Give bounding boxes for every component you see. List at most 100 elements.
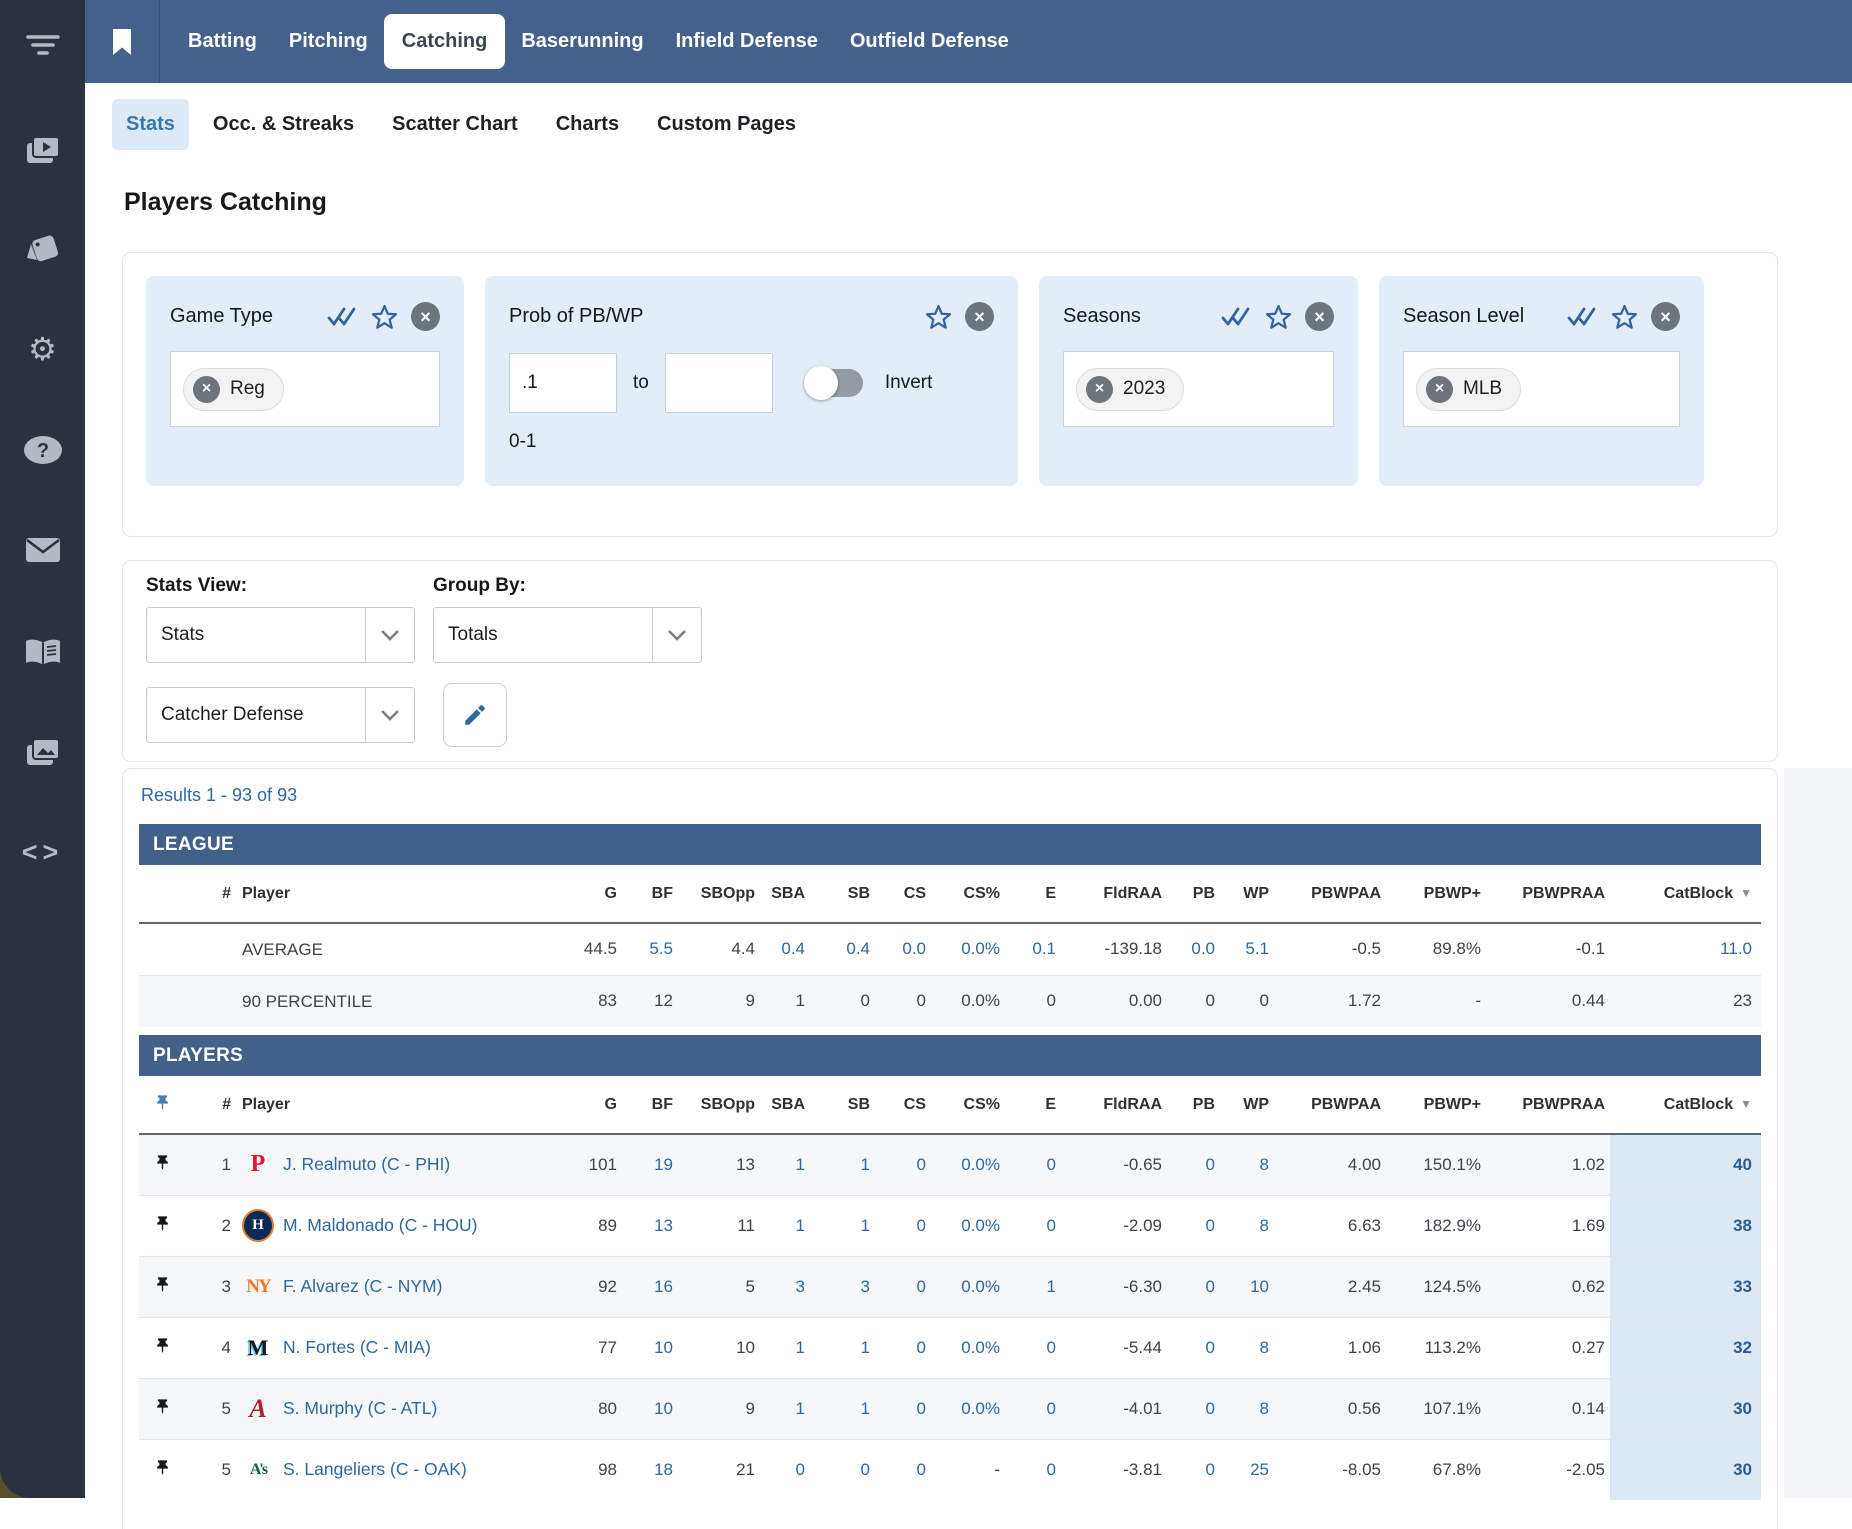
filter-value-box[interactable]: ×2023 <box>1063 351 1334 427</box>
rank-column-header[interactable]: # <box>186 1076 237 1134</box>
stat-column-header-pbwpaa[interactable]: PBWPAA <box>1274 1076 1386 1134</box>
stat-column-header-pbwpraa[interactable]: PBWPRAA <box>1486 865 1610 923</box>
stat-column-header-cs[interactable]: CS <box>875 1076 931 1134</box>
mail-icon[interactable] <box>21 528 65 572</box>
stat-column-header-catblock[interactable]: CatBlock▼ <box>1610 865 1761 923</box>
stat-column-header-pb[interactable]: PB <box>1167 1076 1220 1134</box>
select-all-icon[interactable] <box>1567 306 1598 328</box>
edit-preset-button[interactable] <box>443 683 507 747</box>
toggle-knob[interactable] <box>804 366 838 400</box>
stat-column-header-pbwpraa[interactable]: PBWPRAA <box>1486 1076 1610 1134</box>
range-to-input[interactable] <box>665 353 773 413</box>
pin-row-icon[interactable] <box>154 1283 171 1300</box>
filter-lines-icon[interactable] <box>21 23 65 67</box>
bookmark-icon[interactable] <box>111 28 133 56</box>
stat-column-header-cs[interactable]: CS <box>875 865 931 923</box>
player-rank: 2 <box>186 1195 237 1256</box>
player-rank: 5 <box>186 1439 237 1500</box>
pin-row-icon[interactable] <box>154 1344 171 1361</box>
remove-filter-icon[interactable]: × <box>1305 302 1334 331</box>
stat-column-header-cs[interactable]: CS% <box>931 1076 1005 1134</box>
group-by-select[interactable]: Totals <box>433 607 702 663</box>
book-icon[interactable] <box>21 631 65 675</box>
favorite-star-icon[interactable] <box>1265 304 1292 330</box>
stat-column-header-pbwp[interactable]: PBWP+ <box>1386 1076 1486 1134</box>
favorite-star-icon[interactable] <box>1611 304 1638 330</box>
nav-tab-batting[interactable]: Batting <box>172 18 273 65</box>
sub-tab-charts[interactable]: Charts <box>542 99 633 150</box>
nav-tab-infield-defense[interactable]: Infield Defense <box>660 18 834 65</box>
filter-chip[interactable]: ×MLB <box>1416 368 1521 411</box>
remove-chip-icon[interactable]: × <box>1426 376 1453 403</box>
remove-filter-icon[interactable]: × <box>965 302 994 331</box>
sub-tab-scatter-chart[interactable]: Scatter Chart <box>378 99 532 150</box>
range-from-input[interactable] <box>509 353 617 413</box>
stat-column-header-fldraa[interactable]: FldRAA <box>1061 865 1167 923</box>
gear-icon[interactable]: ⚙ <box>21 327 65 371</box>
filter-chip[interactable]: ×Reg <box>183 368 284 411</box>
stat-column-header-e[interactable]: E <box>1005 865 1061 923</box>
stat-column-header-pbwp[interactable]: PBWP+ <box>1386 865 1486 923</box>
nav-tab-pitching[interactable]: Pitching <box>273 18 384 65</box>
sub-tab-occ-streaks[interactable]: Occ. & Streaks <box>199 99 368 150</box>
player-name-link[interactable]: N. Fortes (C - MIA) <box>283 1337 431 1358</box>
cards-icon[interactable] <box>21 226 65 270</box>
player-name-link[interactable]: S. Murphy (C - ATL) <box>283 1398 437 1419</box>
video-icon[interactable] <box>21 128 65 172</box>
stat-column-header-sba[interactable]: SBA <box>760 865 810 923</box>
rank-column-header[interactable]: # <box>186 865 237 923</box>
favorite-star-icon[interactable] <box>925 304 952 330</box>
stat-column-header-wp[interactable]: WP <box>1220 1076 1274 1134</box>
stat-column-header-g[interactable]: G <box>566 1076 622 1134</box>
filter-value-box[interactable]: ×Reg <box>170 351 440 427</box>
remove-chip-icon[interactable]: × <box>1086 376 1113 403</box>
stat-column-header-sb[interactable]: SB <box>810 1076 875 1134</box>
stat-column-header-sba[interactable]: SBA <box>760 1076 810 1134</box>
stat-cell: 9 <box>678 1378 760 1439</box>
remove-filter-icon[interactable]: × <box>1651 302 1680 331</box>
stat-column-header-cs[interactable]: CS% <box>931 865 1005 923</box>
nav-tab-outfield-defense[interactable]: Outfield Defense <box>834 18 1025 65</box>
favorite-star-icon[interactable] <box>371 304 398 330</box>
player-name-link[interactable]: S. Langeliers (C - OAK) <box>283 1459 467 1480</box>
nav-tab-catching[interactable]: Catching <box>384 14 506 69</box>
stat-column-header-bf[interactable]: BF <box>622 1076 678 1134</box>
nav-tab-baserunning[interactable]: Baserunning <box>505 18 659 65</box>
player-column-header[interactable]: Player <box>237 1076 566 1134</box>
pin-column-icon[interactable] <box>154 1101 171 1118</box>
pin-row-icon[interactable] <box>154 1161 171 1178</box>
select-all-icon[interactable] <box>1221 306 1252 328</box>
stat-column-header-wp[interactable]: WP <box>1220 865 1274 923</box>
select-all-icon[interactable] <box>327 306 358 328</box>
stat-cell: 10 <box>678 1317 760 1378</box>
code-icon[interactable]: <> <box>21 830 65 874</box>
pin-row-icon[interactable] <box>154 1405 171 1422</box>
remove-chip-icon[interactable]: × <box>193 376 220 403</box>
pin-row-icon[interactable] <box>154 1222 171 1239</box>
stat-column-header-catblock[interactable]: CatBlock▼ <box>1610 1076 1761 1134</box>
stats-view-select[interactable]: Stats <box>146 607 415 663</box>
stat-column-header-e[interactable]: E <box>1005 1076 1061 1134</box>
sub-tab-stats[interactable]: Stats <box>112 99 189 150</box>
stat-column-header-g[interactable]: G <box>566 865 622 923</box>
remove-filter-icon[interactable]: × <box>411 302 440 331</box>
stat-column-header-sb[interactable]: SB <box>810 865 875 923</box>
pin-row-icon[interactable] <box>154 1466 171 1483</box>
player-name-link[interactable]: M. Maldonado (C - HOU) <box>283 1215 478 1236</box>
stat-column-header-fldraa[interactable]: FldRAA <box>1061 1076 1167 1134</box>
filter-value-box[interactable]: ×MLB <box>1403 351 1680 427</box>
stat-column-header-pb[interactable]: PB <box>1167 865 1220 923</box>
invert-toggle[interactable] <box>805 369 863 397</box>
stat-column-header-bf[interactable]: BF <box>622 865 678 923</box>
filter-chip[interactable]: ×2023 <box>1076 368 1184 411</box>
player-name-link[interactable]: F. Alvarez (C - NYM) <box>283 1276 442 1297</box>
help-icon[interactable]: ? <box>21 428 65 472</box>
stat-column-header-sbopp[interactable]: SBOpp <box>678 1076 760 1134</box>
sub-tab-custom-pages[interactable]: Custom Pages <box>643 99 810 150</box>
stat-preset-select[interactable]: Catcher Defense <box>146 687 415 743</box>
stat-column-header-pbwpaa[interactable]: PBWPAA <box>1274 865 1386 923</box>
player-name-link[interactable]: J. Realmuto (C - PHI) <box>283 1154 450 1175</box>
player-column-header[interactable]: Player <box>237 865 566 923</box>
images-icon[interactable] <box>21 730 65 774</box>
stat-column-header-sbopp[interactable]: SBOpp <box>678 865 760 923</box>
